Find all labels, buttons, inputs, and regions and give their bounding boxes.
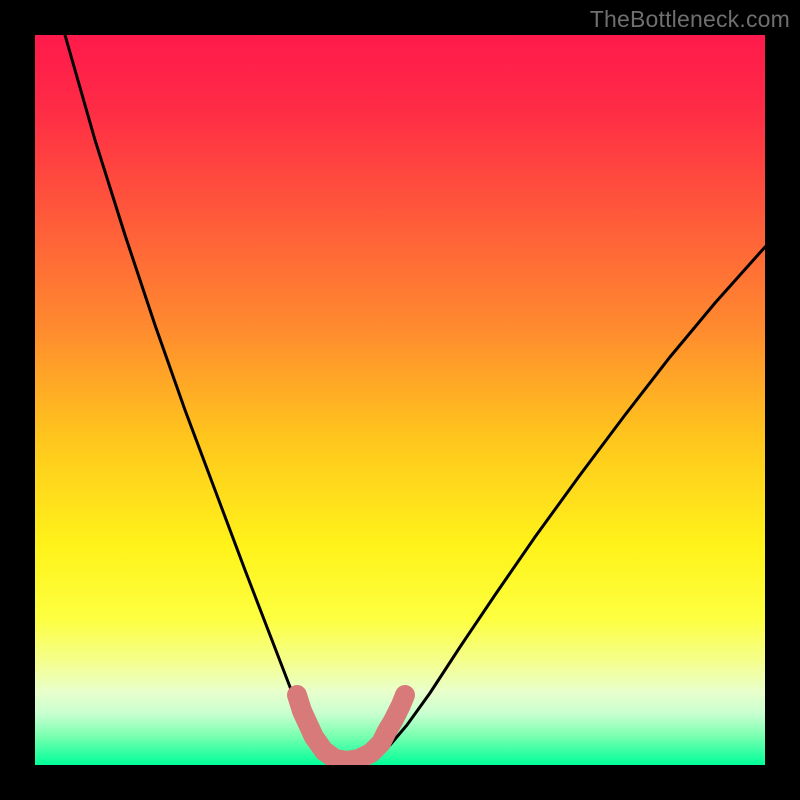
highlight-dot [384,712,402,730]
chart-frame: TheBottleneck.com [0,0,800,800]
highlight-dot [293,702,311,720]
watermark-text: TheBottleneck.com [590,6,790,33]
plot-area [35,35,765,765]
curve-layer [35,35,765,765]
left-curve [65,35,347,765]
highlight-dot [288,686,306,704]
highlight-dot [396,686,414,704]
